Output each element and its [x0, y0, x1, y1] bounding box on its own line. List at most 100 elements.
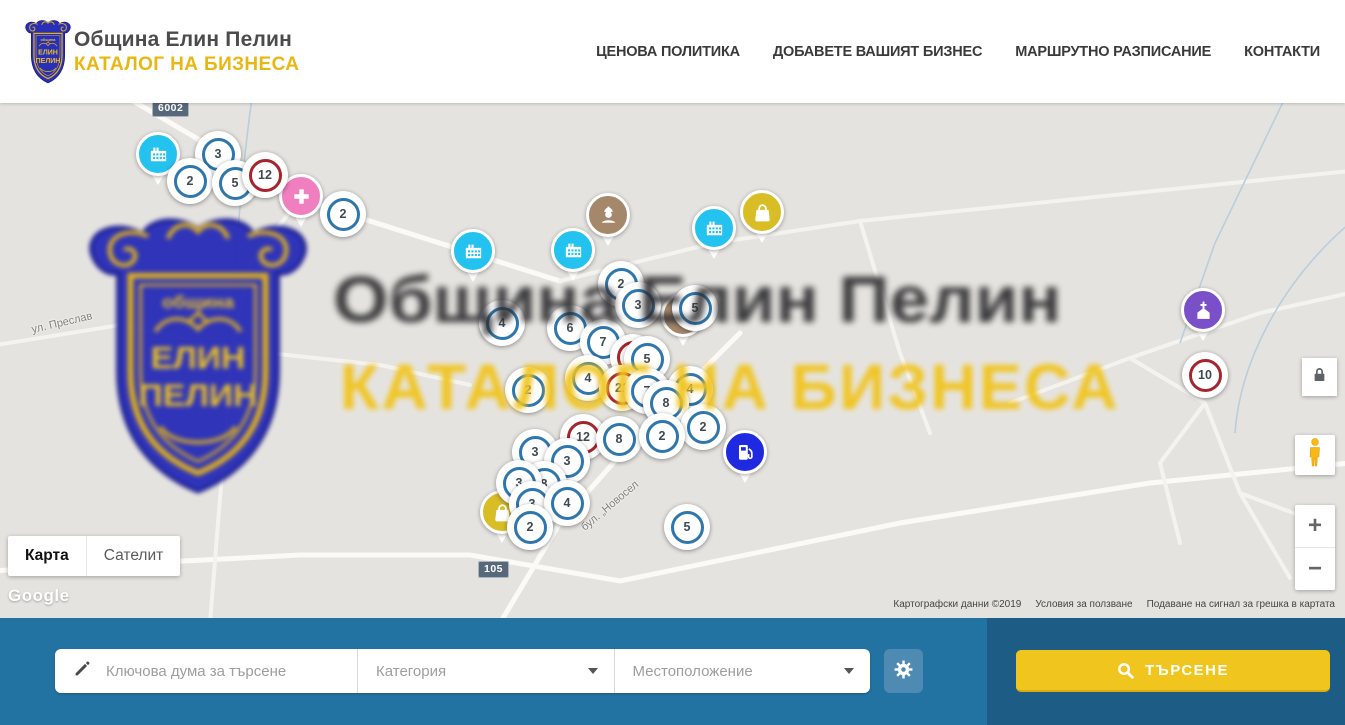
svg-text:община: община	[41, 37, 57, 42]
category-select-label: Категория	[376, 663, 446, 680]
map-cluster-marker[interactable]: 2	[639, 413, 685, 459]
cluster-count: 2	[659, 429, 666, 443]
map-pin-marker[interactable]	[722, 430, 768, 492]
site-title: Община Елин Пелин	[74, 28, 299, 52]
map-type-control: Карта Сателит	[8, 536, 180, 576]
cluster-count: 4	[564, 496, 571, 510]
map-cluster-marker[interactable]: 2	[505, 367, 551, 413]
nav-item[interactable]: ЦЕНОВА ПОЛИТИКА	[596, 44, 740, 60]
map-cluster-marker[interactable]: 2	[507, 504, 553, 550]
cluster-count: 8	[616, 432, 623, 446]
cluster-count: 2	[527, 520, 534, 534]
attribution-link[interactable]: Подаване на сигнал за грешка в картата	[1145, 599, 1337, 610]
cluster-count: 2	[187, 174, 194, 188]
map-cluster-marker[interactable]: 12	[242, 152, 288, 198]
zoom-in-button[interactable]: +	[1295, 505, 1335, 548]
cluster-count: 12	[258, 168, 272, 182]
main-nav: ЦЕНОВА ПОЛИТИКА ДОБАВЕТЕ ВАШИЯТ БИЗНЕС МАР…	[596, 0, 1320, 103]
gear-icon	[894, 660, 913, 682]
search-button-label: ТЪРСЕНЕ	[1145, 662, 1229, 679]
map-pin-marker[interactable]	[739, 190, 785, 252]
cluster-ring: 2	[646, 420, 679, 453]
svg-text:община: община	[162, 293, 235, 312]
map-canvas[interactable]: 6002105ул. Преславбул. „Новосел 3 2 5 12…	[0, 103, 1345, 618]
map-attribution: Картографски данни ©2019 Условия за ползв…	[891, 599, 1337, 610]
map-cluster-marker[interactable]: 5	[672, 285, 718, 331]
cluster-count: 3	[564, 454, 571, 468]
fuel-icon	[723, 430, 767, 474]
cluster-ring: 2	[327, 198, 360, 231]
map-cluster-marker[interactable]: 10	[1182, 352, 1228, 398]
map-pin-marker[interactable]	[1180, 288, 1226, 350]
attribution-link[interactable]: Условия за ползване	[1033, 599, 1134, 610]
pencil-icon	[73, 659, 92, 683]
cluster-count: 5	[684, 520, 691, 534]
cluster-count: 4	[585, 371, 592, 385]
cluster-count: 4	[499, 316, 506, 330]
cluster-count: 7	[600, 335, 607, 349]
factory-icon	[692, 206, 736, 250]
zoom-control: + −	[1295, 505, 1335, 590]
cluster-count: 10	[1198, 368, 1212, 382]
cluster-count: 2	[525, 383, 532, 397]
category-select[interactable]: Категория	[358, 649, 614, 693]
cluster-ring: 5	[671, 511, 704, 544]
svg-text:ПЕЛИН: ПЕЛИН	[36, 57, 61, 65]
google-logo[interactable]: Google	[8, 586, 70, 606]
cluster-count: 2	[340, 207, 347, 221]
map-cluster-marker[interactable]: 3	[615, 282, 661, 328]
worker-icon	[586, 193, 630, 237]
map-cluster-marker[interactable]: 2	[320, 191, 366, 237]
map-pin-marker[interactable]	[450, 229, 496, 291]
lock-control-button[interactable]	[1302, 358, 1337, 396]
site-subtitle: КАТАЛОГ НА БИЗНЕСА	[74, 54, 299, 76]
svg-text:ЕЛИН: ЕЛИН	[151, 341, 246, 376]
cluster-count: 5	[692, 301, 699, 315]
settings-button[interactable]	[884, 649, 923, 693]
svg-text:ПЕЛИН: ПЕЛИН	[138, 378, 257, 413]
map-cluster-marker[interactable]: 4	[479, 300, 525, 346]
nav-item[interactable]: КОНТАКТИ	[1244, 44, 1320, 60]
lock-icon	[1313, 367, 1326, 387]
zoom-out-button[interactable]: −	[1295, 548, 1335, 590]
cluster-ring: 12	[249, 159, 282, 192]
municipality-logo[interactable]: община ЕЛИН ПЕЛИН	[22, 19, 74, 85]
cluster-ring: 10	[1189, 359, 1222, 392]
svg-text:ЕЛИН: ЕЛИН	[38, 49, 58, 57]
nav-item[interactable]: ДОБАВЕТЕ ВАШИЯТ БИЗНЕС	[773, 44, 982, 60]
chevron-down-icon	[844, 668, 854, 674]
church-icon	[1181, 288, 1225, 332]
location-select[interactable]: Местоположение	[615, 649, 871, 693]
map-cluster-marker[interactable]: 5	[664, 504, 710, 550]
nav-item[interactable]: МАРШРУТНО РАЗПИСАНИЕ	[1015, 44, 1211, 60]
cluster-count: 8	[663, 396, 670, 410]
cluster-count: 5	[232, 176, 239, 190]
street-view-pegman-button[interactable]	[1295, 435, 1335, 475]
search-icon	[1117, 662, 1134, 679]
map-pin-marker[interactable]	[585, 193, 631, 255]
keyword-input[interactable]	[104, 662, 357, 681]
attribution-text: Картографски данни ©2019	[891, 599, 1023, 610]
factory-icon	[451, 229, 495, 273]
cluster-ring: 5	[679, 292, 712, 325]
map-cluster-marker[interactable]: 2	[680, 404, 726, 450]
page: община ЕЛИН ПЕЛИН Община Елин Пелин КАТА…	[0, 0, 1345, 725]
cluster-ring: 4	[486, 307, 519, 340]
search-bar: Категория Местоположение	[0, 618, 1345, 725]
cluster-ring: 2	[514, 511, 547, 544]
cluster-count: 3	[215, 147, 222, 161]
location-select-label: Местоположение	[633, 663, 753, 680]
search-button[interactable]: ТЪРСЕНЕ	[1016, 650, 1330, 692]
keyword-cell	[55, 649, 357, 693]
map-type-satellite-button[interactable]: Сателит	[86, 536, 180, 576]
map-pin-marker[interactable]	[691, 206, 737, 268]
cluster-count: 6	[567, 321, 574, 335]
site-title-block: Община Елин Пелин КАТАЛОГ НА БИЗНЕСА	[74, 28, 299, 76]
bag-icon	[740, 190, 784, 234]
search-input-group: Категория Местоположение	[55, 649, 870, 693]
map-cluster-marker[interactable]: 2	[167, 158, 213, 204]
map-cluster-marker[interactable]: 8	[596, 416, 642, 462]
cluster-count: 3	[532, 445, 539, 459]
street-label: ул. Преслав	[31, 310, 94, 336]
map-type-map-button[interactable]: Карта	[8, 536, 86, 576]
